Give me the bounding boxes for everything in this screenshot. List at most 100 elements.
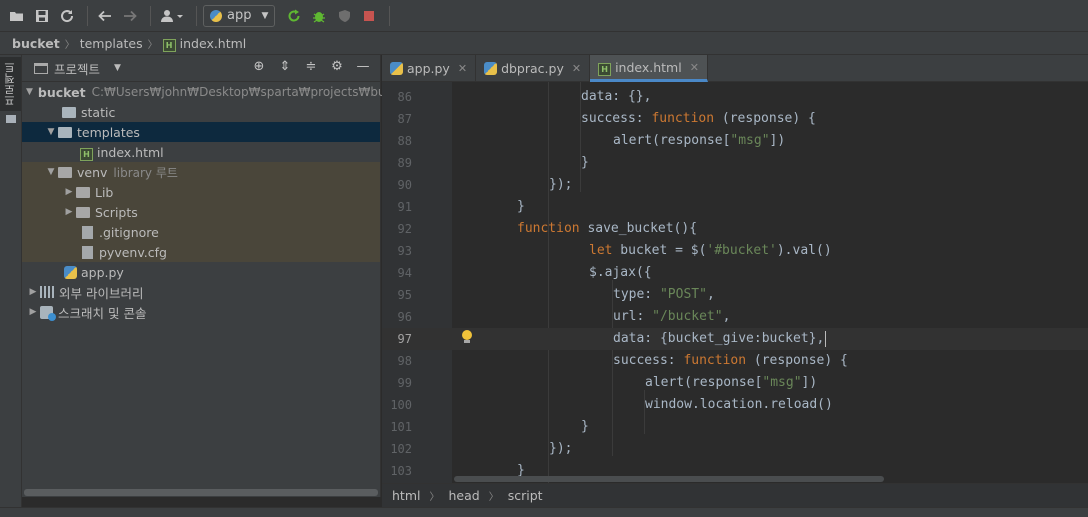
- line-number: 96: [397, 310, 412, 324]
- code-text: function save_bucket(){: [517, 221, 698, 236]
- collapse-all-icon[interactable]: ≑: [300, 59, 322, 74]
- crumb-script[interactable]: script: [508, 488, 543, 503]
- expanded-arrow-icon[interactable]: ▼: [44, 167, 58, 177]
- folder-icon: [76, 206, 90, 218]
- code-breadcrumb: html 〉 head 〉 script: [382, 483, 1088, 507]
- scrollbar-thumb[interactable]: [454, 476, 884, 482]
- tree-item-venv[interactable]: ▼ venv library 루트: [22, 162, 380, 182]
- breadcrumb-folder[interactable]: templates: [80, 36, 143, 51]
- gear-icon[interactable]: ⚙: [326, 59, 348, 74]
- tree-item-static[interactable]: static: [22, 102, 380, 122]
- toolbar-separator: [196, 5, 197, 26]
- tree-item-pyvenv[interactable]: pyvenv.cfg: [22, 242, 380, 262]
- chevron-down-icon[interactable]: ▼: [114, 63, 121, 73]
- tab-label: app.py: [407, 61, 450, 76]
- html-file-icon: H: [162, 38, 176, 52]
- tree-item-index[interactable]: H index.html: [22, 142, 380, 162]
- line-number: 102: [390, 442, 412, 456]
- code-line: 100 window.location.reload(): [382, 394, 1088, 416]
- line-number: 88: [397, 134, 412, 148]
- code-text: let bucket = $('#bucket').val(): [589, 243, 832, 258]
- chevron-down-icon: ▼: [261, 10, 269, 21]
- folder-icon: [6, 115, 16, 123]
- close-icon[interactable]: ✕: [572, 62, 581, 75]
- crumb-head[interactable]: head: [448, 488, 479, 503]
- folder-icon: [62, 106, 76, 118]
- close-icon[interactable]: ✕: [458, 62, 467, 75]
- stop-icon[interactable]: [358, 5, 380, 27]
- lightbulb-icon[interactable]: [462, 330, 472, 343]
- html-file-icon: H: [80, 147, 93, 161]
- tab-index-html[interactable]: H index.html ✕: [590, 55, 708, 82]
- project-horizontal-scrollbar[interactable]: [22, 488, 380, 497]
- scratch-icon: [40, 305, 56, 321]
- project-tool-tab[interactable]: 프로젝트: [0, 57, 21, 111]
- debug-icon[interactable]: [308, 5, 330, 27]
- line-number: 99: [397, 376, 412, 390]
- run-config-select[interactable]: app ▼: [203, 4, 276, 27]
- breadcrumb-file[interactable]: index.html: [180, 36, 247, 51]
- save-icon[interactable]: [31, 5, 53, 27]
- crumb-html[interactable]: html: [392, 488, 420, 503]
- tree-item-lib[interactable]: ▶ Lib: [22, 182, 380, 202]
- tree-item-bucket[interactable]: ▼ bucket C:₩Users₩john₩Desktop₩sparta₩pr…: [22, 82, 411, 102]
- tree-item-templates[interactable]: ▼ templates: [22, 122, 380, 142]
- forward-arrow-icon[interactable]: [119, 5, 141, 27]
- collapsed-arrow-icon[interactable]: ▶: [26, 287, 40, 297]
- coverage-icon[interactable]: [333, 5, 355, 27]
- code-text: success: function (response) {: [581, 111, 816, 126]
- minimize-icon[interactable]: —: [352, 59, 374, 74]
- expanded-arrow-icon[interactable]: ▼: [44, 127, 58, 137]
- chevron-right-icon: 〉: [429, 492, 440, 503]
- html-file-icon: H: [598, 62, 612, 76]
- breadcrumb-project[interactable]: bucket: [12, 36, 60, 51]
- back-arrow-icon[interactable]: [94, 5, 116, 27]
- left-tool-strip: 프로젝트: [0, 55, 22, 517]
- code-editor[interactable]: 86 data: {}, 87 success: function (respo…: [382, 82, 1088, 483]
- tree-item-app[interactable]: app.py: [22, 262, 380, 282]
- code-line: 92 function save_bucket(){: [382, 218, 1088, 240]
- user-icon[interactable]: [157, 5, 187, 27]
- python-file-icon: [484, 62, 498, 75]
- tree-item-label: index.html: [97, 144, 164, 160]
- tree-item-scripts[interactable]: ▶ Scripts: [22, 202, 380, 222]
- line-number: 94: [397, 266, 412, 280]
- line-number: 91: [397, 200, 412, 214]
- tree-item-label: Scripts: [95, 204, 138, 220]
- tree-item-label: pyvenv.cfg: [99, 244, 167, 260]
- run-config-label: app: [227, 8, 252, 23]
- tree-item-gitignore[interactable]: .gitignore: [22, 222, 380, 242]
- code-text: alert(response["msg"]): [613, 133, 786, 148]
- sync-icon[interactable]: [56, 5, 78, 27]
- code-text: }: [581, 155, 589, 170]
- code-line: 86 data: {},: [382, 86, 1088, 108]
- code-line: 101 }: [382, 416, 1088, 438]
- expand-all-icon[interactable]: ⇕: [274, 59, 296, 74]
- tab-dbprac-py[interactable]: dbprac.py ✕: [476, 55, 591, 82]
- target-icon[interactable]: ⊕: [248, 59, 270, 74]
- line-number: 86: [397, 90, 412, 104]
- line-number: 89: [397, 156, 412, 170]
- project-panel-title[interactable]: 프로젝트: [54, 59, 100, 78]
- collapsed-arrow-icon[interactable]: ▶: [62, 187, 76, 197]
- scrollbar-thumb[interactable]: [24, 489, 378, 496]
- collapsed-arrow-icon[interactable]: ▶: [62, 207, 76, 217]
- close-icon[interactable]: ✕: [690, 61, 699, 74]
- folder-icon: [58, 166, 72, 178]
- code-line: 98 success: function (response) {: [382, 350, 1088, 372]
- tree-item-label: 외부 라이브러리: [59, 285, 144, 301]
- tab-app-py[interactable]: app.py ✕: [382, 55, 477, 82]
- expanded-arrow-icon[interactable]: ▼: [26, 87, 33, 97]
- tree-item-scratches[interactable]: ▶ 스크래치 및 콘솔: [22, 302, 380, 322]
- editor-horizontal-scrollbar[interactable]: [452, 475, 1088, 483]
- tree-item-external-libraries[interactable]: ▶ 외부 라이브러리: [22, 282, 380, 302]
- code-text: type: "POST",: [613, 287, 715, 302]
- gitignore-file-icon: [82, 225, 93, 239]
- code-line: 99 alert(response["msg"]): [382, 372, 1088, 394]
- collapsed-arrow-icon[interactable]: ▶: [26, 307, 40, 317]
- code-line-current: 97 data: {bucket_give:bucket},: [382, 328, 1088, 350]
- open-folder-icon[interactable]: [6, 5, 28, 27]
- run-icon[interactable]: [283, 5, 305, 27]
- code-text: window.location.reload(): [645, 397, 833, 412]
- code-text: }: [581, 419, 589, 434]
